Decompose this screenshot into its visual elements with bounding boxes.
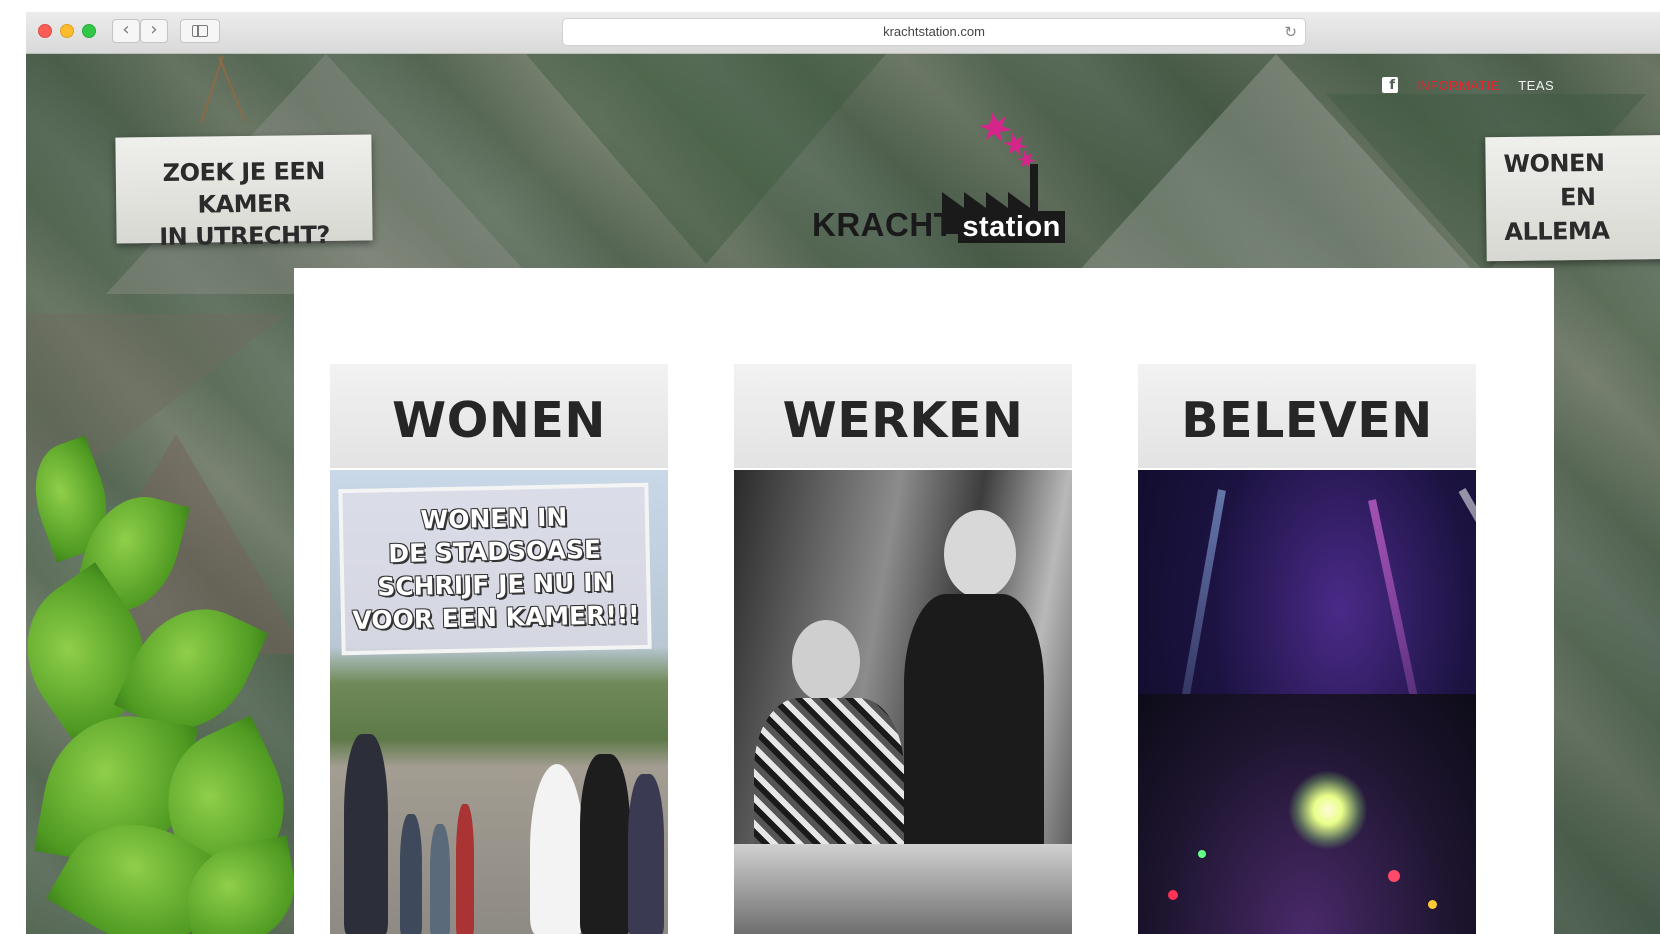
light-flare: [1288, 770, 1368, 850]
promo-line: VOOR EEN KAMER!!!: [352, 599, 640, 635]
logo-word-station: station: [958, 211, 1065, 243]
card-image-beleven[interactable]: [1138, 470, 1476, 934]
card-header: WONEN: [330, 364, 668, 468]
wonen-promo-board: WONEN IN DE STADSOASE SCHRIJF JE NU IN V…: [338, 482, 652, 656]
sidebar-toggle-button[interactable]: [180, 19, 220, 43]
sidebar-icon: [192, 25, 208, 37]
photo-person: [904, 510, 1044, 894]
sign-line: WONEN: [1503, 148, 1605, 179]
minimize-window-button[interactable]: [60, 24, 74, 38]
card-wonen[interactable]: WONEN WONEN IN DE STADSOASE SCHRIJF JE N…: [330, 364, 668, 934]
logo-wordmark: KRACHT station: [812, 206, 1065, 244]
nav-link-informatie[interactable]: INFORMATIE: [1416, 78, 1500, 93]
chevron-right-icon: ›: [150, 19, 158, 40]
sign-line: EN: [1559, 182, 1596, 212]
card-header: BELEVEN: [1138, 364, 1476, 468]
card-title: WONEN: [392, 392, 606, 449]
facebook-icon[interactable]: f: [1382, 77, 1398, 93]
card-header: WERKEN: [734, 364, 1072, 468]
web-page: ZOEK JE EEN KAMER IN UTRECHT? WONEN EN A…: [26, 54, 1660, 934]
top-navigation: f INFORMATIE TEAS: [1382, 72, 1554, 98]
card-title: BELEVEN: [1181, 392, 1433, 449]
wonen-sign[interactable]: WONEN EN ALLEMA: [1485, 134, 1660, 262]
close-window-button[interactable]: [38, 24, 52, 38]
sign-line: ZOEK JE EEN KAMER: [162, 157, 326, 219]
card-image-werken[interactable]: [734, 470, 1072, 934]
reload-icon[interactable]: ↻: [1284, 19, 1297, 45]
card-image-wonen[interactable]: WONEN IN DE STADSOASE SCHRIJF JE NU IN V…: [330, 470, 668, 934]
nav-link-teaser[interactable]: TEAS: [1518, 78, 1554, 93]
address-bar[interactable]: krachtstation.com ↻: [562, 18, 1306, 46]
browser-toolbar: ‹ › krachtstation.com ↻: [26, 12, 1660, 54]
logo-word-kracht: KRACHT: [812, 206, 955, 243]
krachtstation-logo[interactable]: KRACHT station: [812, 84, 1065, 244]
chevron-left-icon: ‹: [122, 19, 130, 40]
content-panel: WONEN WONEN IN DE STADSOASE SCHRIJF JE N…: [294, 268, 1554, 934]
foliage-decoration: [26, 434, 310, 934]
forward-button[interactable]: ›: [140, 19, 168, 43]
photo-desk: [734, 844, 1072, 934]
card-beleven[interactable]: BELEVEN: [1138, 364, 1476, 934]
back-button[interactable]: ‹: [112, 19, 140, 43]
card-werken[interactable]: WERKEN: [734, 364, 1072, 934]
sign-line: ALLEMA: [1504, 216, 1610, 246]
browser-window: ‹ › krachtstation.com ↻ ZOEK JE EEN KAME…: [26, 12, 1660, 934]
card-title: WERKEN: [782, 392, 1024, 449]
sign-line: IN UTRECHT?: [159, 220, 331, 252]
search-room-sign[interactable]: ZOEK JE EEN KAMER IN UTRECHT?: [115, 134, 373, 251]
zoom-window-button[interactable]: [82, 24, 96, 38]
url-text: krachtstation.com: [883, 24, 985, 39]
